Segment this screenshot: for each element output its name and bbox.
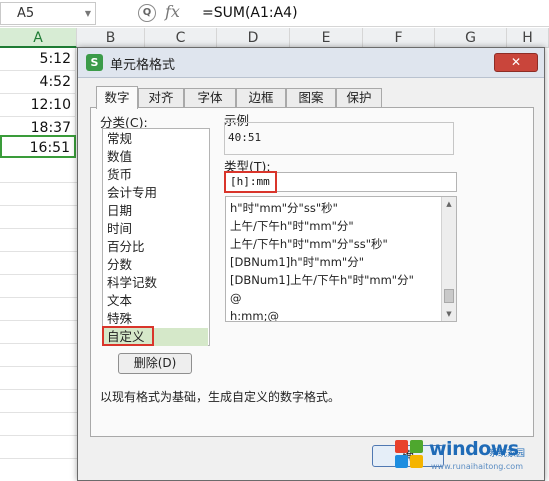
col-header-g[interactable]: G <box>435 28 507 48</box>
dialog-title: 单元格格式 <box>110 58 176 73</box>
col-header-a[interactable]: A <box>0 28 77 48</box>
tab-protection[interactable]: 保护 <box>336 88 382 108</box>
category-item[interactable]: 文本 <box>104 292 208 310</box>
dialog-titlebar[interactable]: S 单元格格式 ✕ <box>78 48 544 78</box>
grid-line <box>0 228 80 229</box>
tab-border[interactable]: 边框 <box>236 88 286 108</box>
col-header-b[interactable]: B <box>77 28 145 48</box>
highlight-type-input <box>224 171 277 193</box>
function-icon[interactable]: fx <box>165 2 180 21</box>
tab-number[interactable]: 数字 <box>96 86 138 109</box>
grid-line <box>0 205 80 206</box>
format-list[interactable]: h"时"mm"分"ss"秒" 上午/下午h"时"mm"分" 上午/下午h"时"m… <box>225 196 457 322</box>
watermark: windows 系统家园 www.runaihaitong.com <box>395 434 547 476</box>
category-item[interactable]: 数值 <box>104 148 208 166</box>
format-item[interactable]: h"时"mm"分"ss"秒" <box>230 199 338 217</box>
category-item[interactable]: 货币 <box>104 166 208 184</box>
grid-line <box>0 366 80 367</box>
grid-line <box>0 458 80 459</box>
zoom-icon[interactable]: Q <box>138 4 156 22</box>
grid-line <box>0 412 80 413</box>
formula-input[interactable]: =SUM(A1:A4) <box>202 3 298 24</box>
windows-logo-icon <box>395 440 425 470</box>
col-header-c[interactable]: C <box>145 28 217 48</box>
scroll-down-icon[interactable]: ▼ <box>442 307 456 321</box>
wps-app-icon: S <box>86 54 103 71</box>
tab-font[interactable]: 字体 <box>184 88 236 108</box>
grid-line <box>0 389 80 390</box>
cell-a2[interactable]: 4:52 <box>0 71 76 94</box>
cell-a1[interactable]: 5:12 <box>0 48 76 71</box>
col-header-d[interactable]: D <box>217 28 290 48</box>
format-item[interactable]: 上午/下午h"时"mm"分"ss"秒" <box>230 235 388 253</box>
grid-line <box>0 251 80 252</box>
col-header-f[interactable]: F <box>363 28 435 48</box>
tab-pattern[interactable]: 图案 <box>286 88 336 108</box>
scroll-up-icon[interactable]: ▲ <box>442 197 456 211</box>
cell-a5[interactable]: 16:51 <box>0 135 76 158</box>
watermark-url: www.runaihaitong.com <box>431 462 523 471</box>
format-item[interactable]: [DBNum1]上午/下午h"时"mm"分" <box>230 271 414 289</box>
grid-line <box>0 274 80 275</box>
format-list-scrollbar[interactable]: ▲ ▼ <box>441 197 456 321</box>
grid-line <box>0 320 80 321</box>
name-box[interactable]: A5 ▼ <box>0 2 96 25</box>
category-item[interactable]: 分数 <box>104 256 208 274</box>
grid-line <box>0 297 80 298</box>
tab-alignment[interactable]: 对齐 <box>138 88 184 108</box>
category-item[interactable]: 百分比 <box>104 238 208 256</box>
scroll-thumb[interactable] <box>444 289 454 303</box>
cell-a3[interactable]: 12:10 <box>0 94 76 117</box>
close-button[interactable]: ✕ <box>494 53 538 72</box>
grid-line <box>0 435 80 436</box>
category-item[interactable]: 常规 <box>104 130 208 148</box>
format-item[interactable]: 上午/下午h"时"mm"分" <box>230 217 354 235</box>
example-value: 40:51 <box>228 131 262 144</box>
delete-button[interactable]: 删除(D) <box>118 353 192 374</box>
category-item[interactable]: 时间 <box>104 220 208 238</box>
category-list[interactable]: 常规 数值 货币 会计专用 日期 时间 百分比 分数 科学记数 文本 特殊 自定… <box>102 128 210 346</box>
grid-line <box>0 343 80 344</box>
name-box-value: A5 <box>17 6 35 21</box>
chevron-down-icon[interactable]: ▼ <box>85 3 91 24</box>
format-item[interactable]: [DBNum1]h"时"mm"分" <box>230 253 364 271</box>
col-header-e[interactable]: E <box>290 28 363 48</box>
category-item[interactable]: 科学记数 <box>104 274 208 292</box>
format-cells-dialog: S 单元格格式 ✕ 数字 对齐 字体 边框 图案 保护 分类(C): 常规 数值… <box>77 47 545 481</box>
logo-tile <box>395 455 408 468</box>
formula-bar: A5 ▼ Q fx =SUM(A1:A4) <box>0 0 549 27</box>
category-item[interactable]: 会计专用 <box>104 184 208 202</box>
description-text: 以现有格式为基础，生成自定义的数字格式。 <box>100 390 341 404</box>
format-item[interactable]: @ <box>230 289 242 307</box>
grid-line <box>0 182 80 183</box>
logo-tile <box>410 455 423 468</box>
logo-tile <box>395 440 408 453</box>
logo-tile <box>410 440 423 453</box>
highlight-custom-category <box>102 326 154 346</box>
format-item[interactable]: h:mm;@ <box>230 307 279 321</box>
col-header-h[interactable]: H <box>507 28 549 48</box>
watermark-sub: 系统家园 <box>489 449 526 459</box>
category-item[interactable]: 日期 <box>104 202 208 220</box>
